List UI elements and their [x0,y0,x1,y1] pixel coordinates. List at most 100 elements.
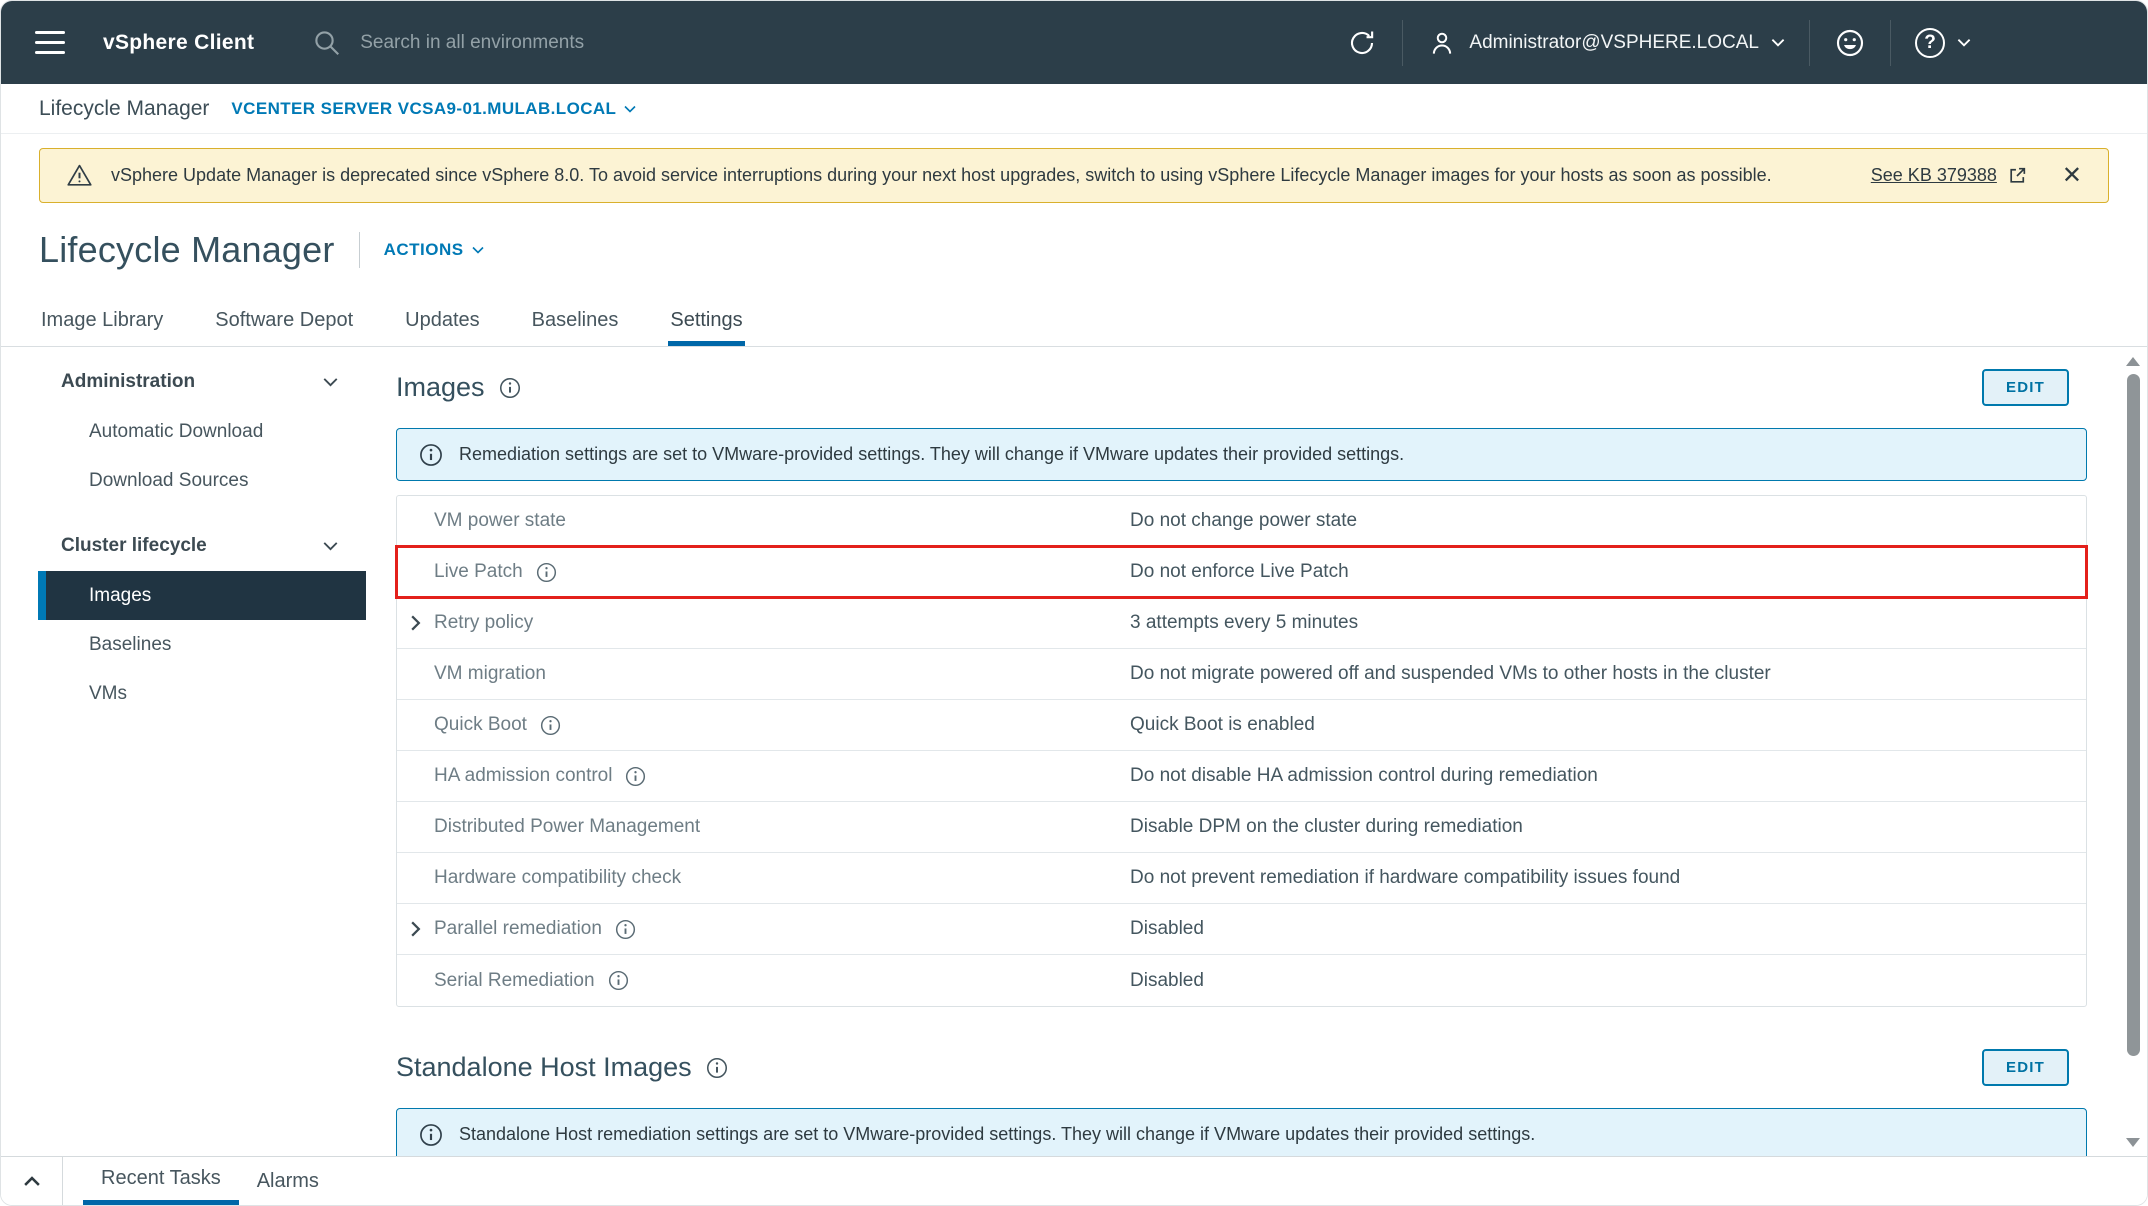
scroll-down-arrow[interactable] [2126,1138,2140,1147]
info-icon[interactable] [540,715,561,736]
settings-sidebar: Administration Automatic Download Downlo… [1,347,366,1205]
standalone-edit-button[interactable]: EDIT [1982,1049,2069,1086]
hamburger-menu-icon[interactable] [31,25,69,60]
chevron-down-icon [1771,38,1785,47]
vcenter-server-link: VCENTER SERVER VCSA9-01.MULAB.LOCAL [231,99,616,119]
table-row-quick-boot: Quick Boot Quick Boot is enabled [397,700,2086,751]
setting-label: Retry policy [434,612,533,634]
external-link-icon[interactable] [2007,165,2028,186]
chevron-down-icon [624,105,636,113]
footer-tab-recent-tasks[interactable]: Recent Tasks [83,1157,239,1205]
setting-label: VM power state [434,510,566,532]
refresh-icon[interactable] [1346,27,1378,59]
setting-label: Quick Boot [434,714,527,736]
chevron-right-icon[interactable] [397,615,434,631]
sidebar-item-automatic-download[interactable]: Automatic Download [38,407,366,456]
user-menu[interactable]: Administrator@VSPHERE.LOCAL [1427,28,1785,58]
warning-icon [66,162,93,189]
app-header: vSphere Client Administrator@VSPHERE.LOC… [1,1,2147,84]
setting-label: Distributed Power Management [434,816,700,838]
sidebar-item-download-sources[interactable]: Download Sources [38,456,366,505]
actions-menu-button[interactable]: ACTIONS [384,240,484,260]
setting-label: Hardware compatibility check [434,867,681,889]
info-icon [419,443,443,467]
global-search [312,28,778,58]
setting-value: Disable DPM on the cluster during remedi… [1130,816,1523,838]
info-icon[interactable] [706,1057,728,1079]
info-icon[interactable] [499,377,521,399]
scroll-up-arrow[interactable] [2126,357,2140,366]
search-icon [312,28,342,58]
sidebar-item-baselines[interactable]: Baselines [38,620,366,669]
remediation-settings-table: VM power state Do not change power state… [396,495,2087,1007]
setting-label: VM migration [434,663,546,685]
table-row-hardware-compatibility-check: Hardware compatibility check Do not prev… [397,853,2086,904]
setting-label: Live Patch [434,561,523,583]
tab-image-library[interactable]: Image Library [39,299,165,346]
chevron-down-icon [323,541,338,551]
info-alert-text: Remediation settings are set to VMware-p… [459,444,1404,465]
chevron-right-icon[interactable] [397,921,434,937]
header-actions: Administrator@VSPHERE.LOCAL ? [1346,20,1971,66]
info-icon[interactable] [536,562,557,583]
actions-label: ACTIONS [384,240,464,260]
table-row-live-patch-highlighted: Live Patch Do not enforce Live Patch [397,547,2086,598]
tab-bar: Image Library Software Depot Updates Bas… [1,299,2147,347]
kb-link[interactable]: See KB 379388 [1871,165,1997,186]
feedback-smiley-icon[interactable] [1834,27,1866,59]
setting-value: 3 attempts every 5 minutes [1130,612,1358,634]
tab-baselines[interactable]: Baselines [530,299,621,346]
search-input[interactable] [358,31,778,55]
setting-value: Quick Boot is enabled [1130,714,1315,736]
setting-value: Do not enforce Live Patch [1130,561,1349,583]
group-label: Cluster lifecycle [61,535,207,557]
vcenter-server-selector[interactable]: VCENTER SERVER VCSA9-01.MULAB.LOCAL [231,99,636,119]
scrollbar-thumb[interactable] [2127,374,2140,1056]
setting-value: Disabled [1130,970,1204,992]
footer-tab-alarms[interactable]: Alarms [239,1157,337,1205]
info-icon[interactable] [625,766,646,787]
user-name: Administrator@VSPHERE.LOCAL [1469,32,1759,54]
info-icon [419,1123,443,1147]
sidebar-item-vms[interactable]: VMs [38,669,366,718]
group-label: Administration [61,371,195,393]
collapse-panel-button[interactable] [1,1157,63,1205]
images-section-title: Images [396,372,485,403]
tab-settings[interactable]: Settings [668,299,744,346]
vsphere-client-window: vSphere Client Administrator@VSPHERE.LOC… [0,0,2148,1206]
table-row-distributed-power-management: Distributed Power Management Disable DPM… [397,802,2086,853]
breadcrumb-title: Lifecycle Manager [39,97,209,121]
deprecation-warning-banner: vSphere Update Manager is deprecated sin… [39,148,2109,203]
user-icon [1427,28,1457,58]
chevron-up-icon [23,1176,41,1187]
tab-software-depot[interactable]: Software Depot [213,299,355,346]
chevron-down-icon [1957,38,1971,47]
table-row-parallel-remediation: Parallel remediation Disabled [397,904,2086,955]
table-row-vm-power-state: VM power state Do not change power state [397,496,2086,547]
sidebar-group-administration[interactable]: Administration [38,357,366,407]
table-row-serial-remediation: Serial Remediation Disabled [397,955,2086,1006]
setting-value: Do not disable HA admission control duri… [1130,765,1598,787]
setting-label: Serial Remediation [434,970,595,992]
images-edit-button[interactable]: EDIT [1982,369,2069,406]
vertical-scrollbar[interactable] [2125,357,2141,1147]
help-menu[interactable]: ? [1915,28,1971,58]
sidebar-item-images[interactable]: Images [38,571,366,620]
setting-value: Disabled [1130,918,1204,940]
setting-label: HA admission control [434,765,612,787]
settings-content: Images EDIT Remediation settings are set… [366,347,2147,1205]
setting-value: Do not migrate powered off and suspended… [1130,663,1771,685]
info-icon[interactable] [615,919,636,940]
setting-value: Do not change power state [1130,510,1357,532]
chevron-down-icon [323,377,338,387]
chevron-down-icon [472,246,484,254]
setting-label: Parallel remediation [434,918,602,940]
close-icon[interactable]: ✕ [2062,164,2082,188]
info-icon[interactable] [608,970,629,991]
breadcrumb: Lifecycle Manager VCENTER SERVER VCSA9-0… [1,84,2147,134]
tasks-footer: Recent Tasks Alarms [1,1156,2147,1205]
tab-updates[interactable]: Updates [403,299,482,346]
sidebar-group-cluster-lifecycle[interactable]: Cluster lifecycle [38,521,366,571]
table-row-retry-policy: Retry policy 3 attempts every 5 minutes [397,598,2086,649]
table-row-ha-admission-control: HA admission control Do not disable HA a… [397,751,2086,802]
